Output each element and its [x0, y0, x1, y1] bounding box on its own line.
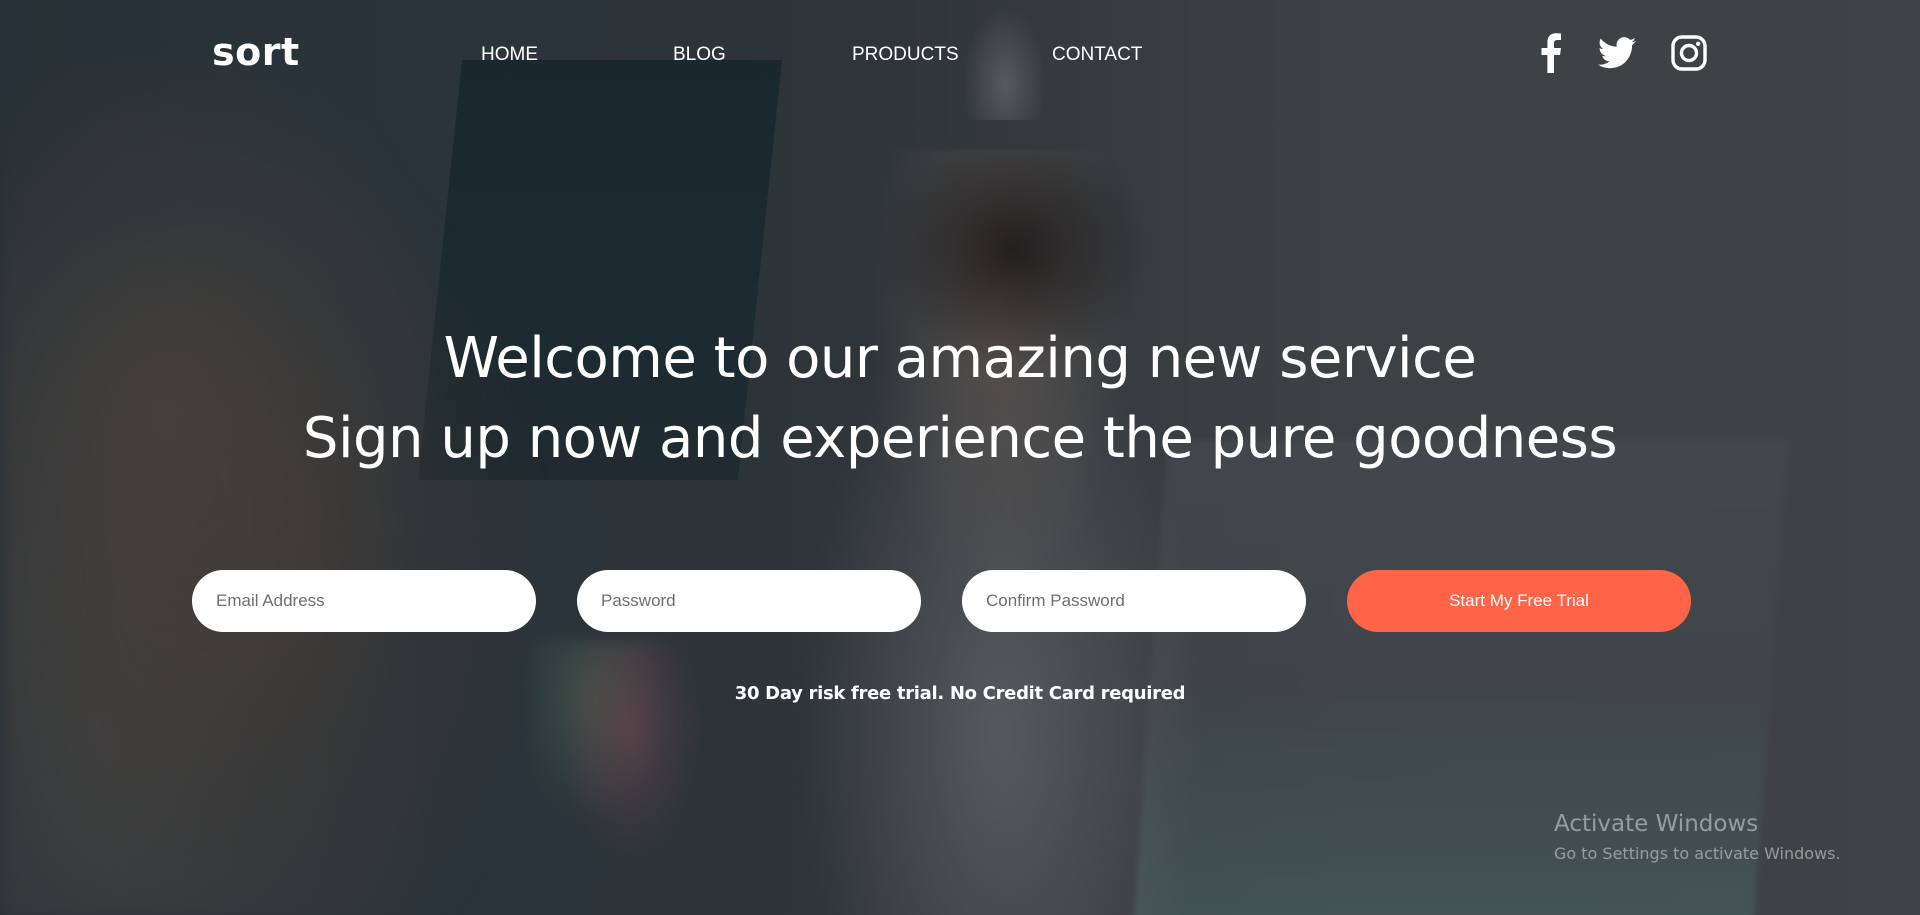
hero-heading-line1: Welcome to our amazing new service	[443, 326, 1477, 391]
trial-note: 30 Day risk free trial. No Credit Card r…	[734, 683, 1186, 704]
site-header: sort HOME BLOG PRODUCTS CONTACT	[0, 0, 1920, 110]
confirm-password-field[interactable]	[962, 570, 1306, 632]
nav-home[interactable]: HOME	[481, 44, 538, 66]
email-field[interactable]	[192, 570, 536, 632]
nav-blog[interactable]: BLOG	[673, 44, 726, 66]
start-free-trial-button[interactable]: Start My Free Trial	[1347, 570, 1691, 632]
instagram-icon[interactable]	[1668, 32, 1710, 74]
password-field[interactable]	[577, 570, 921, 632]
twitter-icon[interactable]	[1596, 32, 1638, 74]
facebook-icon[interactable]	[1530, 32, 1572, 74]
windows-watermark-subtitle: Go to Settings to activate Windows.	[1554, 844, 1841, 863]
nav-contact[interactable]: CONTACT	[1052, 44, 1142, 66]
nav-products[interactable]: PRODUCTS	[852, 44, 959, 66]
windows-watermark-title: Activate Windows	[1554, 811, 1759, 837]
hero-heading-line2: Sign up now and experience the pure good…	[302, 406, 1618, 471]
site-logo[interactable]: sort	[212, 30, 300, 74]
